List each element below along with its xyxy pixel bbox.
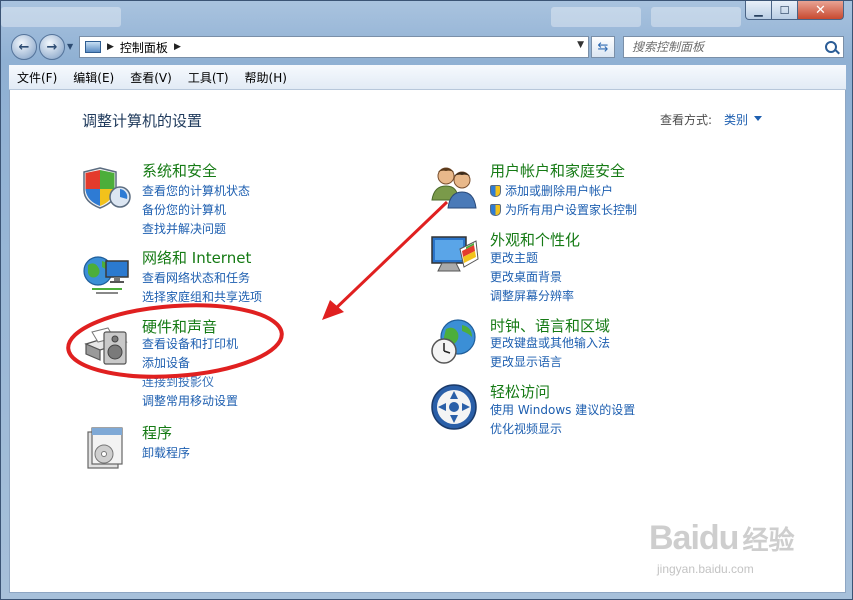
category-network: 网络和 Internet 查看网络状态和任务 选择家庭组和共享选项 [82,247,402,307]
window-frame: ▁ ☐ ✕ ← → ▼ ▶ 控制面板 ▶ ▼ ⇆ 文件(F) 编辑(E) 查看(… [0,0,853,600]
category-title[interactable]: 时钟、语言和区域 [490,315,610,336]
back-button[interactable]: ← [11,34,37,60]
category-clock-language: 时钟、语言和区域 更改键盘或其他输入法 更改显示语言 [430,315,790,370]
search-box[interactable] [623,36,844,58]
category-link[interactable]: 查看设备和打印机 [142,335,238,352]
category-link[interactable]: 更改桌面背景 [490,268,562,285]
menu-help[interactable]: 帮助(H) [237,69,295,86]
watermark-url: jingyan.baidu.com [657,562,754,576]
category-title[interactable]: 网络和 Internet [142,247,251,268]
category-link[interactable]: 为所有用户设置家长控制 [490,201,637,218]
watermark-logo: Baidu 经验 [649,519,795,557]
category-link[interactable]: 备份您的计算机 [142,201,226,218]
navigation-bar: ← → ▼ ▶ 控制面板 ▶ ▼ ⇆ [9,33,846,61]
category-title[interactable]: 硬件和声音 [142,316,217,337]
programs-icon [87,427,123,469]
background-blur [551,7,641,27]
chevron-down-icon[interactable] [754,116,762,121]
category-hardware-sound: 硬件和声音 查看设备和打印机 添加设备 连接到投影仪 调整常用移动设置 [82,316,402,409]
refresh-button[interactable]: ⇆ [591,36,615,58]
control-panel-icon [85,41,101,53]
category-link[interactable]: 添加或删除用户帐户 [490,182,613,199]
network-globe-icon [83,256,129,294]
window-controls: ▁ ☐ ✕ [745,1,844,20]
category-link[interactable]: 连接到投影仪 [142,373,214,390]
background-blur [1,7,121,27]
shield-icon [83,167,131,209]
search-input[interactable] [630,39,824,55]
category-link[interactable]: 更改显示语言 [490,353,562,370]
category-title[interactable]: 外观和个性化 [490,229,580,250]
minimize-button[interactable]: ▁ [745,1,772,20]
view-by-dropdown[interactable]: 类别 [724,111,748,128]
printer-speaker-icon [84,327,128,365]
uac-shield-icon [490,185,501,197]
category-system-security: 系统和安全 查看您的计算机状态 备份您的计算机 查找并解决问题 [82,160,402,236]
category-link[interactable]: 调整常用移动设置 [142,392,238,409]
category-user-accounts: 用户帐户和家庭安全 添加或删除用户帐户 为所有用户设置家长控制 [430,160,790,220]
menu-file[interactable]: 文件(F) [9,69,65,86]
close-button[interactable]: ✕ [798,1,844,20]
category-link[interactable]: 添加设备 [142,354,190,371]
content-area: 调整计算机的设置 查看方式: 类别 系统和安全 查看您的计算机状态 备份您的计算… [9,90,846,593]
search-icon[interactable] [825,41,837,53]
forward-button[interactable]: → [39,34,65,60]
menu-bar: 文件(F) 编辑(E) 查看(V) 工具(T) 帮助(H) [9,65,846,90]
breadcrumb-arrow-icon[interactable]: ▶ [107,42,114,52]
category-link[interactable]: 调整屏幕分辨率 [490,287,574,304]
ease-of-access-icon [431,384,477,430]
maximize-button[interactable]: ☐ [772,1,798,20]
page-title: 调整计算机的设置 [82,112,203,130]
breadcrumb-arrow-icon[interactable]: ▶ [174,42,181,52]
users-icon [431,167,477,209]
category-ease-of-access: 轻松访问 使用 Windows 建议的设置 优化视频显示 [430,381,790,436]
category-programs: 程序 卸载程序 [82,422,402,472]
background-blur [651,7,741,27]
category-link[interactable]: 更改键盘或其他输入法 [490,334,610,351]
appearance-monitor-icon [431,236,479,272]
category-title[interactable]: 用户帐户和家庭安全 [490,160,625,181]
menu-edit[interactable]: 编辑(E) [65,69,122,86]
category-link[interactable]: 更改主题 [490,249,538,266]
clock-globe-icon [431,319,476,364]
menu-tools[interactable]: 工具(T) [180,69,237,86]
category-link[interactable]: 查看您的计算机状态 [142,182,250,199]
category-link[interactable]: 卸载程序 [142,444,190,461]
category-link[interactable]: 优化视频显示 [490,420,562,437]
category-link[interactable]: 使用 Windows 建议的设置 [490,401,635,418]
category-link[interactable]: 查找并解决问题 [142,220,226,237]
view-by-label: 查看方式: [660,113,713,127]
breadcrumb-control-panel[interactable]: 控制面板 [120,39,168,56]
category-title[interactable]: 程序 [142,422,172,443]
category-link[interactable]: 选择家庭组和共享选项 [142,288,262,305]
address-bar[interactable]: ▶ 控制面板 ▶ ▼ [79,36,589,58]
category-link[interactable]: 查看网络状态和任务 [142,269,250,286]
menu-view[interactable]: 查看(V) [122,69,180,86]
recent-pages-dropdown-icon[interactable]: ▼ [67,42,73,51]
address-dropdown-icon[interactable]: ▼ [577,40,584,50]
uac-shield-icon [490,204,501,216]
category-title[interactable]: 轻松访问 [490,381,550,402]
category-appearance: 外观和个性化 更改主题 更改桌面背景 调整屏幕分辨率 [430,229,790,303]
category-title[interactable]: 系统和安全 [142,160,217,181]
